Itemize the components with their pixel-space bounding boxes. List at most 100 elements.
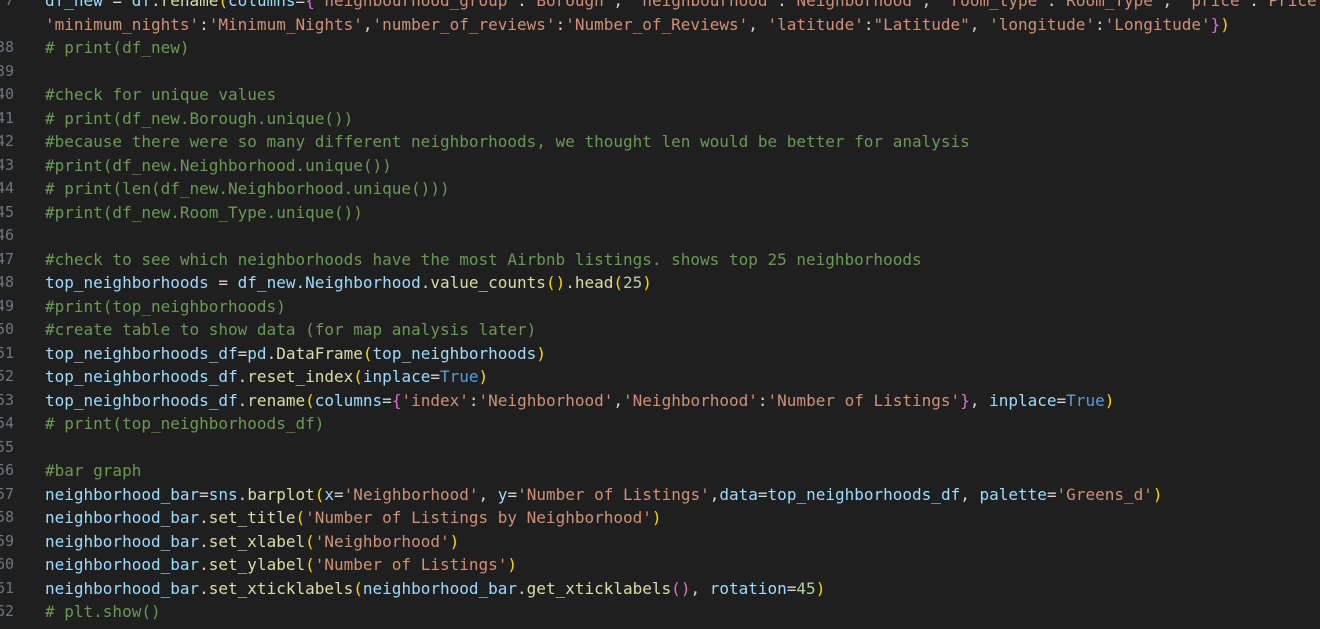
code-token: , [478,484,498,504]
code-token: 'Number of Listings' [767,390,961,410]
code-line[interactable]: 'minimum_nights':'Minimum_Nights','numbe… [45,13,1230,37]
code-token: 'Neighborhood' [343,484,479,504]
code-token: : [777,0,787,10]
code-line[interactable]: #check for unique values [45,83,276,107]
code-token: . [150,0,161,10]
code-token: : [1249,0,1259,10]
code-token: : [757,390,768,410]
code-line[interactable]: top_neighborhoods_df=pd.DataFrame(top_ne… [45,342,546,366]
line-number: 47 [0,249,14,268]
code-token: ) [642,273,652,292]
line-number: 40 [0,85,14,103]
code-line[interactable]: #print(df_new.Room_Type.unique()) [45,201,363,225]
code-token: rename [160,0,219,10]
code-token: ) [478,367,489,386]
code-token: #print(df_new.Neighborhood.unique()) [45,155,392,175]
code-line[interactable]: neighborhood_bar=sns.barplot(x='Neighbor… [45,483,1163,507]
code-token: , [969,390,990,410]
code-token: df_new [237,273,296,292]
code-area[interactable]: df_new = df.rename(columns={'neighbourho… [45,0,1320,629]
code-token: : [1046,0,1057,10]
code-token: # print(df_new) [45,38,190,57]
code-token: , [960,484,980,504]
code-token: 'Price' [1258,0,1320,10]
code-token: . [199,508,209,527]
code-line[interactable]: top_neighborhoods = df_new.Neighborhood.… [45,271,652,295]
code-line[interactable]: #create table to show data (for map anal… [45,318,536,342]
code-line[interactable]: # plt.show() [45,600,161,624]
code-token: top_neighborhoods_df [45,367,238,386]
code-token: 'Neighborhood' [623,390,758,410]
code-token: top_neighborhoods [372,343,537,363]
code-line[interactable]: #print(top_neighborhoods) [45,295,286,319]
code-editor[interactable]: 7 38 39 40 41 42 43 44 45 46 47 48 49 50 51 52 53 54 55 56 5… [0,0,1320,629]
code-token: ) [815,578,826,598]
code-line[interactable]: top_neighborhoods_df.rename(columns={'in… [45,389,1114,413]
code-token: ) [449,531,460,551]
code-token: # print(df_new.Borough.unique()) [45,108,354,128]
code-line[interactable]: #bar graph [45,459,141,483]
code-token: ( [545,273,556,292]
code-token: 'neighbourhood_group' [314,0,518,10]
code-token: 'Greens_d' [1056,484,1153,504]
code-token: 'Room_Type' [1056,0,1163,10]
code-line[interactable]: top_neighborhoods_df.reset_index(inplace… [45,365,488,389]
code-token: 'Borough' [526,0,614,10]
code-token: = [295,0,306,10]
code-line[interactable]: neighborhood_bar.set_title('Number of Li… [45,506,662,530]
code-line[interactable]: # print(len(df_new.Neighborhood.unique()… [45,177,450,201]
line-number: 52 [0,367,14,385]
code-token: 'minimum_nights' [45,14,200,34]
code-line[interactable]: # print(df_new.Borough.unique()) [45,107,353,131]
code-token: inplace [989,390,1057,410]
code-token: neighborhood_bar [362,578,518,598]
code-token: , [709,484,720,504]
code-token: ( [305,555,315,574]
code-token: ) [680,578,691,598]
code-token: , [613,390,624,410]
code-token: 25 [623,273,643,292]
code-line[interactable]: # print(top_neighborhoods_df) [45,412,324,436]
code-token: ) [536,343,546,363]
code-token: ( [295,508,306,527]
code-line[interactable]: neighborhood_bar.set_xlabel('Neighborhoo… [45,530,459,554]
code-token: } [1210,14,1221,34]
code-line[interactable]: #print(df_new.Neighborhood.unique()) [45,154,392,178]
code-token: 'price' [1181,0,1250,10]
code-token: . [565,273,575,292]
code-token: ) [507,555,518,574]
code-token: . [199,555,209,574]
code-token: #because there were so many different ne… [45,132,970,151]
code-line[interactable]: neighborhood_bar.set_xticklabels(neighbo… [45,577,825,601]
code-line[interactable]: neighborhood_bar.set_ylabel('Number of L… [45,553,517,577]
code-line[interactable]: #because there were so many different ne… [45,130,970,154]
code-token: = [430,367,440,386]
code-token: barplot [247,484,315,504]
line-number: 55 [0,437,14,456]
code-token: . [237,367,248,386]
code-token: value_counts [430,273,546,292]
code-token: neighborhood_bar [45,484,200,504]
line-number: 39 [0,61,14,80]
line-number-gutter: 7 38 39 40 41 42 43 44 45 46 47 48 49 50 51 52 53 54 55 56 5… [0,0,44,629]
line-number: 60 [0,555,14,573]
code-token: 45 [796,578,816,598]
code-token: 'latitude' [767,14,864,34]
code-token: = [382,390,392,410]
code-token: = [334,484,344,504]
code-line[interactable]: # print(df_new) [45,36,190,60]
code-token: 'Neighborhood' [478,390,614,410]
code-token: #print(top_neighborhoods) [45,296,286,316]
code-token: rotation [709,578,787,598]
code-token: top_neighborhoods [45,273,209,292]
code-line[interactable]: #check to see which neighborhoods have t… [45,248,922,272]
code-token: df_new [45,0,103,10]
code-token: ( [362,343,373,363]
code-token: sns [208,484,238,504]
code-token: data [719,484,758,504]
code-line[interactable]: df_new = df.rename(columns={'neighbourho… [45,0,1320,13]
code-token: # print(top_neighborhoods_df) [45,414,325,433]
code-token: set_ylabel [208,555,306,574]
code-token: 'Neighborhood' [786,0,922,10]
code-token: . [266,343,277,363]
